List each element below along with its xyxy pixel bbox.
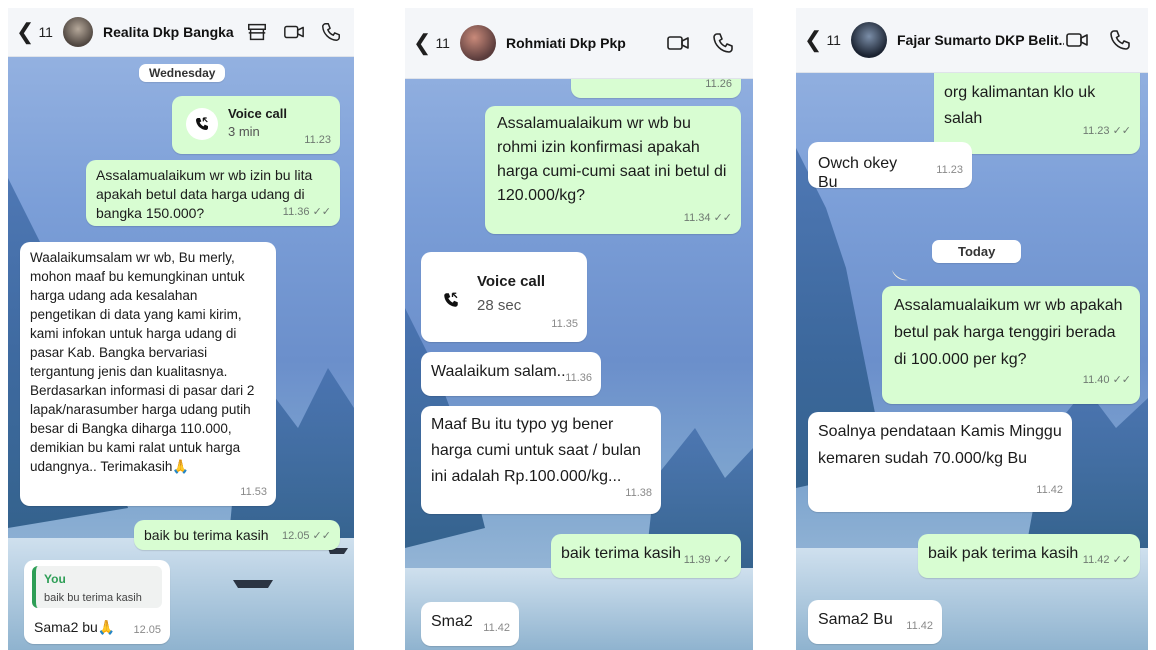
chat-panel-realita: ❮ 11 Realita Dkp Bangka Wednesday Voice … (8, 8, 354, 650)
chat-header: ❮ 11 Rohmiati Dkp Pkp (405, 8, 753, 79)
contact-avatar[interactable] (62, 17, 93, 47)
voice-call-duration: 3 min (228, 124, 260, 139)
message-text: Assalamualaikum wr wb apakah betul pak h… (894, 297, 1123, 368)
chat-header: ❮ 11 Fajar Sumarto DKP Belit... (796, 8, 1148, 73)
message-time: 11.40 ✓✓ (1082, 374, 1131, 386)
message-time: 11.42 ✓✓ (1082, 554, 1131, 566)
incoming-call-icon (433, 282, 469, 318)
phone-icon[interactable] (1108, 28, 1132, 52)
message-time: 12.05 (133, 624, 161, 636)
reply-message-bubble[interactable]: You baik bu terima kasih Sama2 bu🙏 12.05 (24, 560, 170, 644)
voice-call-bubble[interactable]: Voice call 28 sec 11.35 (421, 252, 587, 342)
video-call-icon[interactable] (282, 21, 306, 43)
message-text: Assalamualaikum wr wb bu rohmi izin konf… (497, 115, 727, 204)
back-button[interactable]: ❮ (804, 29, 822, 51)
back-button[interactable]: ❮ (413, 32, 431, 54)
message-text: Sama2 bu🙏 (34, 619, 116, 635)
video-call-icon[interactable] (665, 31, 691, 55)
message-text: Maaf Bu itu typo yg bener harga cumi unt… (431, 416, 641, 485)
message-bubble[interactable]: Assalamualaikum wr wb bu rohmi izin konf… (485, 106, 741, 234)
message-time: 11.36 ✓✓ (282, 206, 331, 218)
date-separator: Wednesday (139, 64, 226, 82)
contact-name[interactable]: Rohmiati Dkp Pkp (506, 35, 626, 51)
message-time: 11.23 (304, 134, 331, 146)
contact-avatar[interactable] (459, 25, 496, 61)
voice-call-label: Voice call (228, 106, 288, 121)
message-bubble[interactable]: Soalnya pendataan Kamis Minggu kemaren s… (808, 412, 1072, 512)
message-bubble[interactable]: org kalimantan klo uk salah 11.23 ✓✓ (934, 66, 1140, 154)
phone-icon[interactable] (320, 21, 342, 43)
message-bubble[interactable]: Waalaikumsalam wr wb, Bu merly, mohon ma… (20, 242, 276, 506)
message-bubble[interactable]: baik bu terima kasih 12.05 ✓✓ (134, 520, 340, 550)
message-text: Waalaikumsalam wr wb, Bu merly, mohon ma… (30, 250, 255, 474)
voice-call-bubble[interactable]: Voice call 3 min 11.23 (172, 96, 340, 154)
message-bubble[interactable]: baik pak terima kasih 11.42 ✓✓ (918, 534, 1140, 578)
message-time: 12.05 ✓✓ (281, 530, 331, 542)
chat-panel-rohmiati: ❮ 11 Rohmiati Dkp Pkp 11.26 Assalamualai… (405, 8, 753, 650)
store-icon[interactable] (246, 21, 268, 43)
message-text: Soalnya pendataan Kamis Minggu kemaren s… (818, 423, 1062, 467)
chat-header: ❮ 11 Realita Dkp Bangka (8, 8, 354, 57)
message-bubble[interactable]: baik terima kasih 11.39 ✓✓ (551, 534, 741, 578)
unread-count: 11 (38, 24, 53, 40)
quoted-text: baik bu terima kasih (44, 592, 142, 604)
message-time: 11.42 (906, 620, 933, 632)
message-bubble[interactable]: Maaf Bu itu typo yg bener harga cumi unt… (421, 406, 661, 514)
voice-call-label: Voice call (477, 273, 546, 290)
message-time: 11.36 (565, 372, 592, 384)
message-time: 11.39 ✓✓ (683, 554, 732, 566)
incoming-call-icon (186, 108, 218, 140)
chat-panel-fajar: ❮ 11 Fajar Sumarto DKP Belit... org kali… (796, 8, 1148, 650)
message-time: 11.38 (625, 487, 652, 499)
contact-name[interactable]: Realita Dkp Bangka (103, 24, 234, 40)
contact-name[interactable]: Fajar Sumarto DKP Belit... (897, 32, 1064, 48)
message-text: Owch okey Bu (818, 155, 898, 191)
message-bubble[interactable]: Sma2 11.42 (421, 602, 519, 646)
phone-icon[interactable] (711, 31, 735, 55)
unread-count: 11 (435, 35, 450, 51)
back-button[interactable]: ❮ (16, 21, 34, 43)
message-time: 11.34 ✓✓ (683, 212, 732, 224)
message-bubble[interactable]: Assalamualaikum wr wb izin bu lita apaka… (86, 160, 340, 226)
quoted-message[interactable]: You baik bu terima kasih (32, 566, 162, 608)
quoted-author: You (44, 572, 66, 586)
message-time: 11.42 (1036, 484, 1063, 496)
message-time: 11.23 (936, 164, 963, 176)
message-time: 11.42 (483, 622, 510, 634)
message-time: 11.35 (551, 318, 578, 330)
message-time: 11.23 ✓✓ (1082, 125, 1131, 137)
message-bubble[interactable]: Assalamualaikum wr wb apakah betul pak h… (882, 286, 1140, 404)
date-separator: Today (932, 240, 1022, 263)
message-bubble[interactable]: Sama2 Bu 11.42 (808, 600, 942, 644)
contact-avatar[interactable] (850, 22, 887, 58)
message-time: 11.53 (240, 486, 267, 498)
unread-count: 11 (826, 32, 841, 48)
video-call-icon[interactable] (1064, 28, 1090, 52)
voice-call-duration: 28 sec (477, 297, 522, 314)
message-bubble[interactable]: Owch okey Bu 11.23 (808, 142, 972, 191)
message-bubble[interactable]: Waalaikum salam.. 11.36 (421, 352, 601, 396)
